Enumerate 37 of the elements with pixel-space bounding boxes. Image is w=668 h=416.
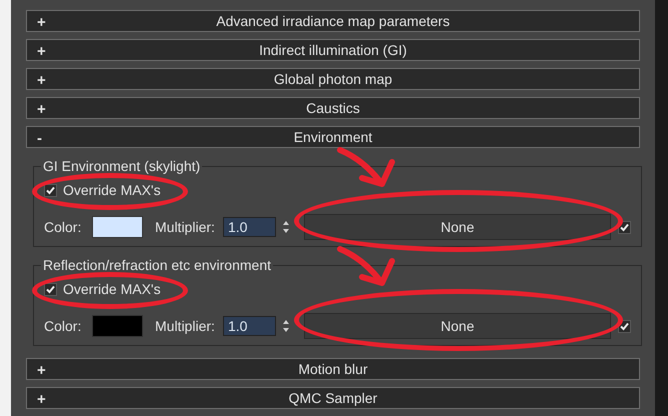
expand-sign: - <box>37 129 42 149</box>
rollout-header[interactable]: - Environment <box>26 126 640 148</box>
multiplier-label: Multiplier: <box>155 218 216 237</box>
expand-sign: + <box>37 390 46 410</box>
color-swatch[interactable] <box>92 315 143 337</box>
rollout-header[interactable]: + Motion blur <box>26 358 640 380</box>
group-title: Reflection/refraction etc environment <box>42 256 272 275</box>
expand-sign: + <box>37 71 46 91</box>
group-title: GI Environment (skylight) <box>42 157 202 176</box>
rollout-header[interactable]: + Indirect illumination (GI) <box>26 39 640 61</box>
expand-sign: + <box>37 42 46 62</box>
map-button[interactable]: None <box>304 214 611 240</box>
map-button[interactable]: None <box>304 313 611 339</box>
checkbox[interactable] <box>44 184 57 197</box>
rollout-header[interactable]: + Caustics <box>26 97 640 119</box>
rollout-title: Caustics <box>306 98 360 118</box>
expand-sign: + <box>37 100 46 120</box>
checkbox[interactable] <box>44 283 57 296</box>
multiplier-label: Multiplier: <box>155 316 216 336</box>
rollout-header[interactable]: + QMC Sampler <box>26 387 640 409</box>
multiplier-field[interactable]: 1.0 <box>223 217 276 237</box>
color-swatch[interactable] <box>92 216 143 238</box>
rollout-title: Indirect illumination (GI) <box>259 40 407 60</box>
rollout-title: Advanced irradiance map parameters <box>216 12 450 31</box>
color-label: Color: <box>44 218 82 236</box>
rollout-title: Environment <box>294 128 372 146</box>
rollout-title: Global photon map <box>274 70 392 89</box>
rollout-title: QMC Sampler <box>288 388 378 408</box>
rollout-header[interactable]: + Global photon map <box>26 68 640 90</box>
checkbox-label: Override MAX's <box>63 280 161 299</box>
checkbox-label: Override MAX's <box>63 181 161 200</box>
expand-sign: + <box>37 13 46 33</box>
color-label: Color: <box>44 316 82 336</box>
rollout-header[interactable]: + Advanced irradiance map parameters <box>26 10 640 32</box>
multiplier-field[interactable]: 1.0 <box>223 316 276 336</box>
expand-sign: + <box>37 361 46 381</box>
rollout-title: Motion blur <box>298 360 368 378</box>
